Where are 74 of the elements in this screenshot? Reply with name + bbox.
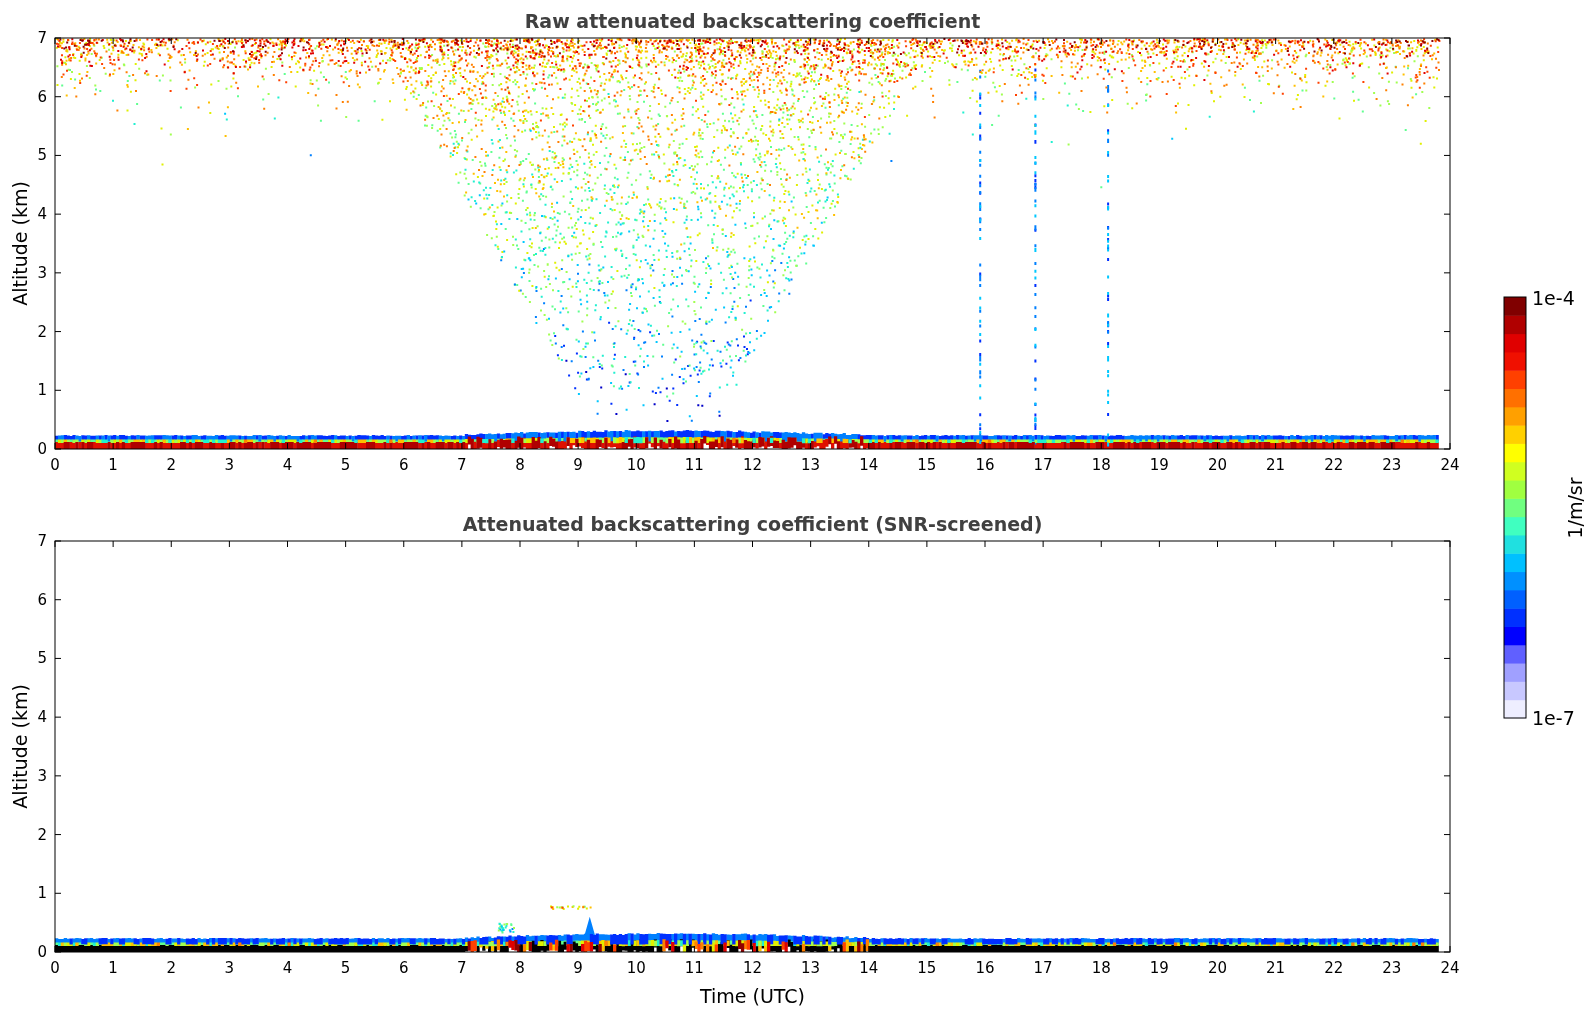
x-tick-label: 21 [1266, 959, 1286, 977]
x-tick-label: 7 [457, 456, 467, 474]
y-axis-label: Altitude (km) [9, 684, 31, 809]
x-tick-label: 3 [224, 959, 235, 977]
x-tick-label: 8 [515, 959, 525, 977]
x-tick-label: 13 [801, 959, 821, 977]
x-tick-label: 12 [742, 959, 763, 977]
x-tick-label: 8 [515, 456, 525, 474]
y-tick-label: 4 [37, 205, 47, 224]
x-tick-label: 22 [1324, 456, 1344, 474]
y-tick-label: 7 [37, 29, 47, 47]
x-tick-label: 15 [917, 959, 937, 977]
y-tick-label: 6 [37, 590, 47, 609]
x-tick-label: 18 [1091, 456, 1111, 474]
x-tick-label: 23 [1382, 456, 1402, 474]
x-tick-label: 5 [340, 959, 351, 977]
y-tick-label: 5 [37, 649, 47, 668]
x-tick-label: 1 [108, 456, 118, 474]
x-tick-label: 6 [399, 959, 409, 977]
y-axis-label: Altitude (km) [9, 181, 31, 306]
colorbar-min-label: 1e-7 [1532, 707, 1575, 729]
x-tick-label: 4 [282, 456, 293, 474]
x-tick-label: 22 [1324, 959, 1344, 977]
y-tick-label: 1 [37, 884, 47, 903]
x-tick-label: 9 [573, 456, 583, 474]
x-tick-label: 11 [684, 959, 704, 977]
x-tick-label: 20 [1207, 959, 1228, 977]
y-tick-label: 7 [37, 532, 47, 550]
y-tick-label: 0 [37, 943, 47, 961]
x-tick-label: 18 [1091, 959, 1111, 977]
y-tick-label: 2 [37, 825, 47, 844]
x-tick-label: 6 [399, 456, 409, 474]
plot-title: Attenuated backscattering coefficient (SNR-screened) [462, 513, 1043, 535]
y-tick-label: 4 [37, 708, 47, 727]
x-tick-label: 16 [975, 959, 995, 977]
x-tick-label: 15 [917, 456, 937, 474]
x-tick-label: 2 [166, 456, 176, 474]
x-axis-label: Time (UTC) [700, 985, 805, 1007]
x-tick-label: 14 [859, 959, 879, 977]
y-tick-label: 6 [37, 87, 47, 106]
x-tick-label: 10 [626, 456, 646, 474]
x-tick-label: 24 [1440, 456, 1460, 474]
y-tick-label: 0 [37, 440, 47, 458]
x-tick-label: 7 [457, 959, 467, 977]
x-tick-label: 17 [1033, 456, 1053, 474]
y-tick-label: 2 [37, 322, 47, 341]
x-tick-label: 19 [1149, 456, 1169, 474]
plot-title: Raw attenuated backscattering coefficient [524, 10, 981, 32]
x-tick-label: 20 [1207, 456, 1228, 474]
x-tick-label: 5 [340, 456, 351, 474]
x-tick-label: 1 [108, 959, 118, 977]
x-tick-label: 3 [224, 456, 235, 474]
x-tick-label: 12 [742, 456, 763, 474]
x-tick-label: 21 [1266, 456, 1286, 474]
y-tick-label: 3 [37, 766, 47, 785]
x-tick-label: 0 [50, 959, 60, 977]
colorbar-max-label: 1e-4 [1532, 287, 1575, 309]
y-tick-label: 3 [37, 263, 47, 282]
x-tick-label: 16 [975, 456, 995, 474]
x-tick-label: 2 [166, 959, 176, 977]
x-tick-label: 17 [1033, 959, 1053, 977]
x-tick-label: 23 [1382, 959, 1402, 977]
colorbar-label: 1/m/sr [1564, 477, 1586, 539]
y-tick-label: 5 [37, 146, 47, 165]
x-tick-label: 10 [626, 959, 646, 977]
x-tick-label: 24 [1440, 959, 1460, 977]
x-tick-label: 4 [282, 959, 293, 977]
y-tick-label: 1 [37, 381, 47, 400]
x-tick-label: 19 [1149, 959, 1169, 977]
x-tick-label: 14 [859, 456, 879, 474]
x-tick-label: 0 [50, 456, 60, 474]
x-tick-label: 13 [801, 456, 821, 474]
x-tick-label: 11 [684, 456, 704, 474]
x-tick-label: 9 [573, 959, 583, 977]
